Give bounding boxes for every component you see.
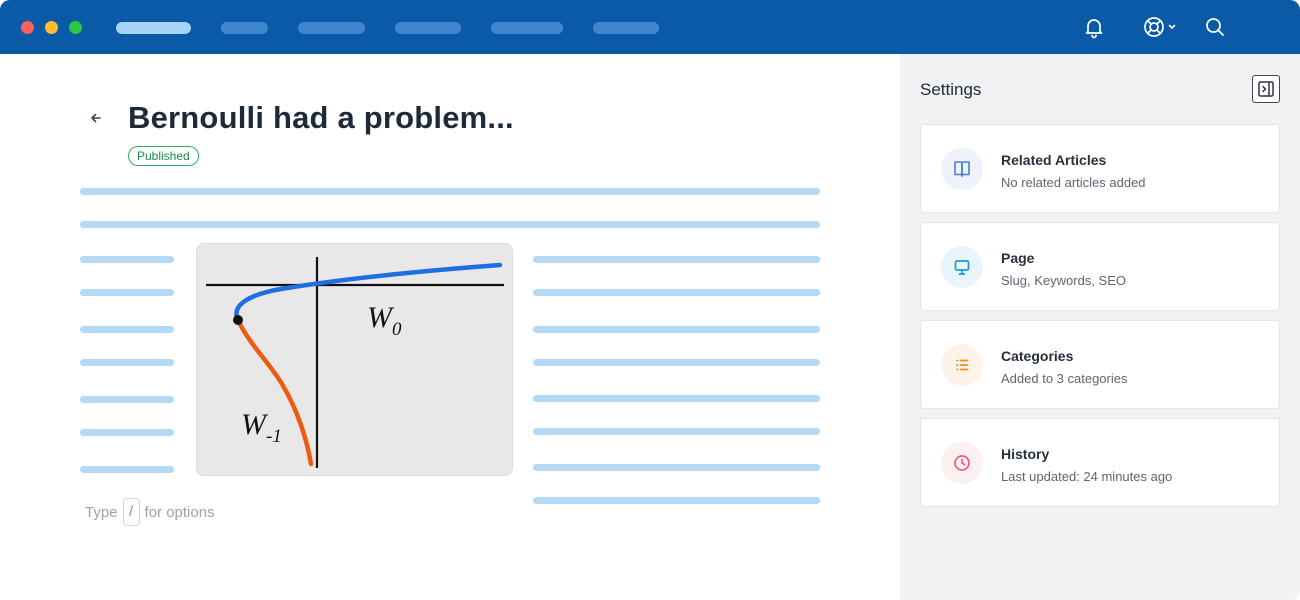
slash-key: /: [122, 498, 140, 526]
back-button[interactable]: [86, 108, 106, 128]
minimize-window-button[interactable]: [45, 21, 58, 34]
nav-item-5[interactable]: [491, 22, 563, 34]
text-line: [533, 289, 820, 296]
top-bar: [0, 0, 1300, 54]
text-line: [533, 326, 820, 333]
text-line: [533, 256, 820, 263]
embedded-image[interactable]: W0 W-1: [196, 243, 513, 476]
nav-item-1[interactable]: [116, 22, 191, 34]
monitor-icon: [941, 246, 983, 288]
card-subtitle: Slug, Keywords, SEO: [1001, 273, 1126, 288]
text-line: [80, 429, 174, 436]
nav-item-6[interactable]: [593, 22, 659, 34]
chevron-down-icon: [1168, 24, 1176, 29]
card-title: Related Articles: [1001, 152, 1107, 168]
close-window-button[interactable]: [21, 21, 34, 34]
search-icon[interactable]: [1203, 15, 1227, 39]
text-line: [80, 256, 174, 263]
text-line: [80, 289, 174, 296]
text-line: [533, 428, 820, 435]
card-title: Categories: [1001, 348, 1074, 364]
page-card[interactable]: Page Slug, Keywords, SEO: [920, 222, 1280, 311]
text-line: [80, 359, 174, 366]
arrow-left-icon: [91, 113, 101, 123]
sidebar-toggle-icon: [1258, 81, 1274, 97]
book-icon: [941, 148, 983, 190]
text-line: [533, 395, 820, 402]
branch-point: [233, 315, 243, 325]
text-line: [80, 188, 820, 195]
nav-item-2[interactable]: [221, 22, 268, 34]
text-line: [533, 464, 820, 471]
card-title: Page: [1001, 250, 1035, 266]
text-line: [533, 359, 820, 366]
help-menu-button[interactable]: [1141, 15, 1179, 39]
w0-label: W0: [367, 301, 402, 340]
text-line: [533, 497, 820, 504]
block-hint: Type / for options: [85, 498, 215, 526]
lambert-w-plot: W0 W-1: [206, 257, 504, 468]
w-1-label: W-1: [241, 408, 282, 447]
text-line: [80, 396, 174, 403]
page-title[interactable]: Bernoulli had a problem...: [128, 100, 514, 136]
bell-icon[interactable]: [1082, 15, 1106, 39]
related-articles-card[interactable]: Related Articles No related articles add…: [920, 124, 1280, 213]
app-window: Bernoulli had a problem... Published W0 …: [0, 0, 1300, 600]
nav-item-3[interactable]: [298, 22, 365, 34]
nav-item-4[interactable]: [395, 22, 461, 34]
list-icon: [941, 344, 983, 386]
hint-suffix: for options: [144, 503, 215, 521]
history-card[interactable]: History Last updated: 24 minutes ago: [920, 418, 1280, 507]
card-subtitle: Last updated: 24 minutes ago: [1001, 469, 1173, 484]
sidebar-title: Settings: [920, 80, 982, 99]
hint-prefix: Type: [85, 503, 118, 521]
card-title: History: [1001, 446, 1050, 462]
editor-area: Bernoulli had a problem... Published W0 …: [0, 54, 900, 600]
card-subtitle: No related articles added: [1001, 175, 1146, 190]
lifebuoy-icon: [1144, 17, 1164, 37]
zoom-window-button[interactable]: [69, 21, 82, 34]
status-badge: Published: [128, 146, 199, 166]
text-line: [80, 221, 820, 228]
text-line: [80, 326, 174, 333]
settings-sidebar: Settings Related Articles No related art…: [900, 54, 1300, 600]
clock-icon: [941, 442, 983, 484]
card-subtitle: Added to 3 categories: [1001, 371, 1128, 386]
collapse-sidebar-button[interactable]: [1252, 75, 1280, 103]
text-line: [80, 466, 174, 473]
categories-card[interactable]: Categories Added to 3 categories: [920, 320, 1280, 409]
